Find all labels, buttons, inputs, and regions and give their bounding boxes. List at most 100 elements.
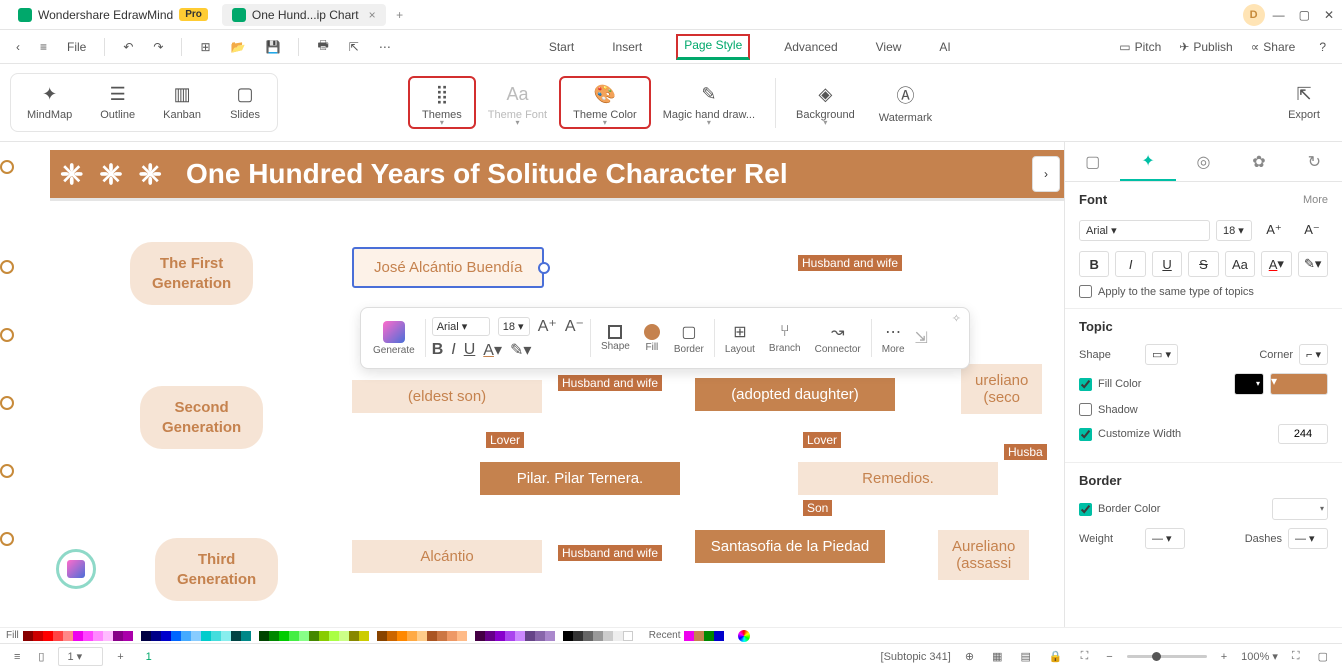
relation-husba[interactable]: Husba (1004, 444, 1047, 460)
weight-select[interactable]: — ▾ (1145, 528, 1185, 549)
new-button[interactable]: ⊞ (194, 36, 216, 58)
themes-button[interactable]: ⣿Themes▾ (408, 76, 476, 129)
relation-husband-wife[interactable]: Husband and wife (798, 255, 902, 271)
palette-oranges[interactable] (377, 631, 467, 641)
relation-lover-2[interactable]: Lover (803, 432, 841, 448)
width-input[interactable] (1278, 424, 1328, 444)
palette-greens[interactable] (259, 631, 369, 641)
underline-button[interactable]: U (464, 341, 476, 359)
zoom-out-button[interactable]: − (1102, 649, 1116, 665)
bold-button[interactable]: B (1079, 251, 1109, 277)
shape-select[interactable]: ▭ ▾ (1145, 344, 1178, 365)
page-number[interactable]: 1 (138, 651, 160, 663)
relation-husband-wife-2[interactable]: Husband and wife (558, 375, 662, 391)
node-pilar[interactable]: Pilar. Pilar Ternera. (480, 462, 680, 495)
selected-node[interactable]: José Alcántio Buendía (352, 247, 544, 288)
corner-select[interactable]: ⌐ ▾ (1299, 344, 1328, 365)
ruler-icon[interactable]: ▤ (1016, 648, 1034, 665)
mindmap-button[interactable]: ✦MindMap (15, 78, 84, 127)
back-button[interactable]: ‹ (10, 36, 26, 58)
palette-grays[interactable] (563, 631, 633, 641)
side-handle[interactable] (0, 396, 14, 410)
open-button[interactable]: 📂 (225, 36, 252, 58)
fit-icon[interactable]: ⛶ (1077, 648, 1093, 665)
zoom-slider[interactable] (1127, 655, 1207, 658)
panel-tab-icon[interactable]: ✿ (1231, 142, 1286, 181)
branch-button[interactable]: ⑂Branch (765, 323, 805, 354)
node-adopted-daughter[interactable]: (adopted daughter) (695, 378, 895, 411)
minimize-button[interactable]: — (1273, 8, 1285, 22)
customize-width-checkbox[interactable]: Customize Width (1079, 428, 1181, 441)
side-handle[interactable] (0, 464, 14, 478)
font-decrease-button[interactable]: A⁻ (1296, 217, 1328, 243)
fill-color-checkbox[interactable]: Fill Color (1079, 378, 1141, 391)
magic-hand-button[interactable]: ✎Magic hand draw...▾ (651, 78, 767, 127)
font-color-button[interactable]: A▾ (1261, 251, 1291, 277)
outline-toggle[interactable]: ≡ (10, 649, 24, 665)
node-aureliano-2[interactable]: Aureliano (assassi (938, 530, 1029, 580)
close-button[interactable]: ✕ (1324, 8, 1334, 22)
side-handle[interactable] (0, 260, 14, 274)
page-select[interactable]: 1 ▾ (58, 647, 103, 666)
generation-1-label[interactable]: The First Generation (130, 242, 253, 305)
font-increase-button[interactable]: A⁺ (538, 316, 557, 336)
side-handle[interactable] (0, 532, 14, 546)
tab-start[interactable]: Start (545, 34, 578, 60)
add-tab-button[interactable]: + (390, 5, 410, 25)
theme-font-button[interactable]: AaTheme Font▾ (476, 78, 559, 127)
node-aureliano[interactable]: ureliano(seco (961, 364, 1042, 414)
ai-fab-button[interactable] (56, 549, 96, 589)
side-handle[interactable] (0, 328, 14, 342)
color-picker-button[interactable] (738, 630, 750, 642)
font-size-select[interactable]: 18 ▾ (498, 317, 530, 336)
font-more-link[interactable]: More (1303, 194, 1328, 206)
user-avatar[interactable]: D (1243, 4, 1265, 26)
tab-ai[interactable]: AI (935, 34, 954, 60)
outline-button[interactable]: ☰Outline (88, 78, 147, 127)
redo-button[interactable]: ↷ (147, 36, 169, 58)
apply-same-checkbox[interactable]: Apply to the same type of topics (1079, 285, 1328, 298)
canvas-title[interactable]: ❈ ❈ ❈ One Hundred Years of Solitude Char… (50, 150, 1064, 198)
publish-button[interactable]: ✈ Publish (1179, 40, 1232, 54)
zoom-in-button[interactable]: + (1217, 649, 1231, 665)
relation-lover-1[interactable]: Lover (486, 432, 524, 448)
palette-recent[interactable] (684, 631, 724, 641)
pin-icon[interactable]: ✧ (952, 312, 961, 325)
kanban-button[interactable]: ▥Kanban (151, 78, 213, 127)
add-page-button[interactable]: + (113, 649, 127, 665)
node-handle[interactable] (538, 262, 550, 274)
strikethrough-button[interactable]: S (1188, 251, 1218, 277)
panel-tab-ai[interactable]: ✦ (1120, 142, 1175, 181)
fill-button[interactable]: Fill (640, 324, 664, 353)
document-tab[interactable]: One Hund...ip Chart × (222, 4, 386, 26)
more-button[interactable]: ⋯More (878, 322, 909, 355)
highlight-button[interactable]: ✎▾ (510, 340, 531, 360)
palette-purples[interactable] (475, 631, 555, 641)
panel-toggle[interactable]: ▢ (1314, 648, 1332, 665)
side-handle[interactable] (0, 160, 14, 174)
zoom-level[interactable]: 100% ▾ (1241, 650, 1278, 663)
shape-button[interactable]: Shape (597, 325, 634, 352)
slides-button[interactable]: ▢Slides (217, 78, 273, 127)
watermark-button[interactable]: ⒶWatermark (867, 76, 944, 130)
undo-button[interactable]: ↶ (117, 36, 139, 58)
italic-button[interactable]: I (451, 341, 455, 359)
share-button[interactable]: ∝ Share (1251, 40, 1296, 54)
node-eldest-son[interactable]: (eldest son) (352, 380, 542, 413)
layout-button[interactable]: ⊞Layout (721, 322, 759, 355)
border-button[interactable]: ▢Border (670, 322, 708, 355)
save-button[interactable]: 💾 (260, 36, 287, 58)
generation-2-label[interactable]: Second Generation (140, 386, 263, 449)
generate-button[interactable]: Generate (369, 321, 419, 356)
generation-3-label[interactable]: Third Generation (155, 538, 278, 601)
italic-button[interactable]: I (1115, 251, 1145, 277)
fill-bg-select[interactable]: ▾ (1234, 373, 1264, 395)
dashes-select[interactable]: — ▾ (1288, 528, 1328, 549)
close-tab-icon[interactable]: × (369, 8, 376, 22)
canvas[interactable]: ❈ ❈ ❈ One Hundred Years of Solitude Char… (0, 142, 1064, 627)
file-menu[interactable]: File (61, 36, 92, 58)
grid-icon[interactable]: ▦ (988, 648, 1006, 665)
underline-button[interactable]: U (1152, 251, 1182, 277)
border-color-checkbox[interactable]: Border Color (1079, 503, 1160, 516)
relation-husband-wife-3[interactable]: Husband and wife (558, 545, 662, 561)
